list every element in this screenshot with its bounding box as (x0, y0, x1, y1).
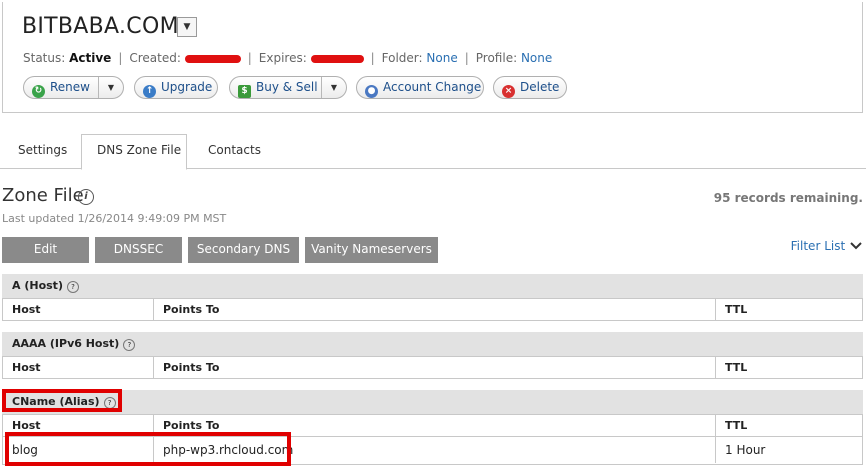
help-icon[interactable]: ? (123, 339, 136, 351)
tab-dns-zone-file[interactable]: DNS Zone File (97, 143, 181, 157)
delete-x-icon: × (502, 85, 515, 98)
profile-label: Profile: (475, 51, 518, 65)
section-header-cname-alias: CName (Alias)? (2, 390, 863, 414)
records-remaining: 95 records remaining. (713, 191, 863, 205)
dollar-icon: $ (238, 85, 251, 98)
domain-menu-dropdown-button[interactable]: ▼ (177, 17, 197, 37)
cell-ttl: 1 Hour (715, 437, 862, 463)
renew-dropdown-chevron-icon[interactable]: ▼ (98, 77, 123, 98)
help-icon[interactable]: ? (66, 281, 79, 293)
zone-file-title: Zone File (2, 185, 84, 206)
renew-button[interactable]: ↻ Renew ▼ (23, 76, 124, 99)
created-label: Created: (129, 51, 181, 65)
tab-contacts[interactable]: Contacts (208, 143, 261, 157)
dnssec-button[interactable]: DNSSEC (95, 237, 182, 263)
section-header-a-host: A (Host)? (2, 274, 863, 298)
filter-list-toggle[interactable]: Filter List (791, 239, 862, 253)
renew-icon: ↻ (32, 85, 45, 98)
profile-link[interactable]: None (521, 51, 552, 65)
expires-label: Expires: (258, 51, 307, 65)
column-host: Host (12, 303, 41, 316)
account-change-button[interactable]: ● Account Change (356, 76, 484, 99)
highlight-box (5, 432, 291, 466)
section-header-aaaa-host: AAAA (IPv6 Host)? (2, 332, 863, 356)
info-icon[interactable]: i (78, 189, 94, 205)
edit-button[interactable]: Edit (2, 237, 89, 263)
last-updated-text: Last updated 1/26/2014 9:49:09 PM MST (2, 212, 227, 225)
chevron-down-icon (850, 242, 862, 250)
secondary-dns-button[interactable]: Secondary DNS (188, 237, 299, 263)
upgrade-arrow-icon: ↑ (143, 85, 156, 98)
folder-link[interactable]: None (426, 51, 457, 65)
highlight-box (2, 389, 122, 412)
column-ttl: TTL (715, 357, 862, 378)
vanity-nameservers-button[interactable]: Vanity Nameservers (305, 237, 438, 263)
buy-sell-button[interactable]: $ Buy & Sell ▼ (229, 76, 347, 99)
folder-label: Folder: (381, 51, 423, 65)
person-icon: ● (365, 85, 378, 98)
column-host: Host (12, 361, 41, 374)
column-header-row: Host Points To TTL (2, 298, 863, 321)
delete-button[interactable]: × Delete (493, 76, 567, 99)
redaction-mark (310, 54, 364, 63)
column-ttl: TTL (715, 415, 862, 436)
column-ttl: TTL (715, 299, 862, 320)
buy-sell-dropdown-chevron-icon[interactable]: ▼ (321, 77, 346, 98)
upgrade-button[interactable]: ↑ Upgrade (134, 76, 218, 99)
domain-title: BITBABA.COM (22, 14, 179, 39)
status-value: Active (69, 51, 112, 65)
status-label: Status: (23, 51, 66, 65)
column-header-row: Host Points To TTL (2, 356, 863, 379)
column-points-to: Points To (153, 357, 715, 378)
tab-settings[interactable]: Settings (18, 143, 67, 157)
domain-status-line: Status: Active | Created: | Expires: | Folde… (23, 51, 553, 65)
redaction-mark (184, 54, 241, 63)
column-points-to: Points To (153, 299, 715, 320)
